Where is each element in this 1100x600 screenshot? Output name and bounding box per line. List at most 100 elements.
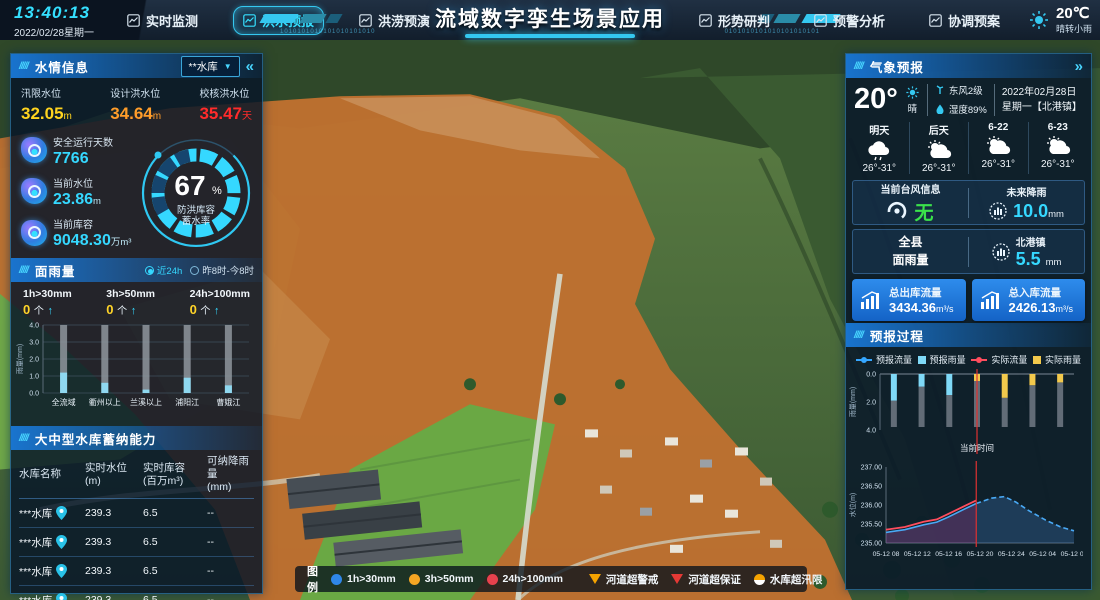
radio-yesterday8-today8[interactable]: 昨8时-今8时 <box>190 263 254 277</box>
up-arrow-icon: ↑ <box>47 305 53 317</box>
forecast-day-后天: 后天26°-31° <box>909 122 969 174</box>
header-temp: 20℃ <box>1056 4 1092 22</box>
current-temp: 20° <box>854 83 898 116</box>
nav-item-预警分析[interactable]: 预警分析 <box>805 7 894 34</box>
water-info-header: ///// 水情信息 **水库 ▼ « <box>11 54 262 78</box>
forecast-day-6-22: 6-2226°-31° <box>968 122 1028 174</box>
chevron-down-icon: ▼ <box>224 62 232 71</box>
cloud-sun-icon <box>924 139 954 161</box>
nav-item-协调预案[interactable]: 协调预案 <box>920 7 1009 34</box>
table-row[interactable]: ***水库239.36.5-- <box>19 499 254 528</box>
nav-item-label: 实时监测 <box>146 11 198 30</box>
bar-chart-icon <box>860 290 882 310</box>
weather-date: 2022年02月28日 <box>1002 85 1082 100</box>
svg-text:237.00: 237.00 <box>861 465 883 472</box>
section-slashes-icon: ///// <box>19 61 28 72</box>
up-arrow-icon: ↑ <box>214 305 220 317</box>
radio-last-24h[interactable]: 近24h <box>145 263 182 277</box>
legend-label: 24h>100mm <box>503 573 563 585</box>
svg-text:%: % <box>212 185 222 197</box>
nav-item-label: 形势研判 <box>718 11 770 30</box>
weather-location: 星期一【北港镇】 <box>1002 100 1082 115</box>
map-legend-24h>100mm: 24h>100mm <box>487 573 563 585</box>
collapse-left-panel-button[interactable]: « <box>246 59 254 74</box>
reservoir-name: ***水库 <box>19 535 85 550</box>
county-rain-label: 全县面雨量 <box>853 234 968 269</box>
location-pin-icon[interactable] <box>56 564 67 578</box>
svg-text:67: 67 <box>174 170 205 201</box>
svg-text:2.0: 2.0 <box>29 357 39 364</box>
reservoir-capacity-title: 大中型水库蓄纳能力 <box>35 429 157 448</box>
current-level-stat: 当前水位 23.86m <box>21 174 133 209</box>
svg-text:曹娥江: 曹娥江 <box>216 397 240 407</box>
typhoon-icon <box>887 201 907 221</box>
nav-item-形势研判[interactable]: 形势研判 <box>690 7 779 34</box>
reservoir-selector[interactable]: **水库 ▼ <box>181 56 240 77</box>
table-row[interactable]: ***水库239.36.5-- <box>19 557 254 586</box>
capacity-cell: 6.5 <box>143 565 207 577</box>
svg-text:0.0: 0.0 <box>29 391 39 398</box>
svg-text:05-12 16: 05-12 16 <box>935 551 962 558</box>
legend-label: 实际流量 <box>991 353 1027 366</box>
location-pin-icon[interactable] <box>56 506 67 520</box>
typhoon-info: 当前台风信息 无 <box>853 181 968 225</box>
title-underline <box>465 34 635 38</box>
svg-text:防洪库容: 防洪库容 <box>176 204 215 216</box>
forecast-process-legend: 预报流量预报雨量实际流量实际雨量 <box>846 347 1091 366</box>
total-outflow-button[interactable]: 总出库流量 3434.36m³/s <box>852 279 966 321</box>
header-weather-desc: 晴转小雨 <box>1056 22 1092 35</box>
water-level-cell: 239.3 <box>85 565 143 577</box>
legend-预报流量: 预报流量 <box>856 353 912 366</box>
nav-chart-icon <box>127 14 140 27</box>
location-pin-icon[interactable] <box>56 593 67 600</box>
svg-text:浦阳江: 浦阳江 <box>175 397 199 407</box>
svg-text:05-12 08: 05-12 08 <box>873 551 900 558</box>
svg-text:衢州以上: 衢州以上 <box>89 397 121 407</box>
counter-3h: 3h>50mm 0 个 ↑ <box>106 288 155 317</box>
line-dot-marker-icon <box>856 356 872 364</box>
design-flood-level: 设计洪水位 34.64m <box>110 85 161 124</box>
table-row[interactable]: ***水库239.36.5-- <box>19 528 254 557</box>
nav-item-实时监测[interactable]: 实时监测 <box>118 7 207 34</box>
cloud-sun-icon <box>983 135 1013 157</box>
table-row[interactable]: ***水库239.36.5-- <box>19 586 254 600</box>
area-rain-box: 全县面雨量 北港镇 5.5 mm <box>852 229 1085 274</box>
location-pin-icon[interactable] <box>56 535 67 549</box>
column-header: 可纳降雨量(mm) <box>207 455 255 494</box>
storage-gauge-svg: 67 % 防洪库容 蓄水率 <box>137 134 255 252</box>
legend-label: 河道超警戒 <box>606 572 659 587</box>
rain-cell: -- <box>207 594 255 600</box>
weather-forecast-panel: ///// 气象预报 » 20° 晴 东风2级 <box>845 53 1092 590</box>
table-header-row: 水库名称实时水位(m)实时库容(百万m³)可纳降雨量(mm) <box>19 450 254 499</box>
nav-right: 形势研判 预警分析协调预案 <box>690 0 1009 40</box>
cloud-rain-icon <box>864 139 894 161</box>
map-legend-河道超保证: 河道超保证 <box>671 572 741 587</box>
typhoon-rain-box: 当前台风信息 无 未来降雨 10.0mm <box>852 180 1085 225</box>
legend-预报雨量: 预报雨量 <box>918 353 966 366</box>
area-rain-title: 面雨量 <box>35 261 76 280</box>
water-level-icon <box>21 178 47 204</box>
capacity-cell: 6.5 <box>143 536 207 548</box>
map-legend-水库超汛限: 水库超汛限 <box>754 572 823 587</box>
column-header: 实时水位(m) <box>85 462 143 488</box>
svg-text:235.00: 235.00 <box>861 541 883 548</box>
rain-gauge-icon <box>989 202 1007 220</box>
forecast-day-6-23: 6-2326°-31° <box>1028 122 1088 174</box>
wind-icon <box>935 85 945 95</box>
capacity-cell: 6.5 <box>143 594 207 600</box>
capacity-icon <box>21 220 47 246</box>
cloud-sun-icon <box>1043 135 1073 157</box>
water-info-panel: ///// 水情信息 **水库 ▼ « 汛限水位 32.05m 设计洪水位 34… <box>10 53 263 594</box>
weather-header: ///// 气象预报 » <box>846 54 1091 78</box>
legend-label: 1h>30mm <box>347 573 396 585</box>
square-marker-icon <box>1033 356 1041 364</box>
reservoir-capacity-header: ///// 大中型水库蓄纳能力 <box>11 426 262 450</box>
town-name: 北港镇 <box>1016 234 1062 249</box>
sun-icon <box>1028 9 1050 31</box>
counter-1h: 1h>30mm 0 个 ↑ <box>23 288 72 317</box>
reservoir-name: ***水库 <box>19 564 85 579</box>
rain-cell: -- <box>207 507 255 519</box>
total-inflow-button[interactable]: 总入库流量 2426.13m³/s <box>972 279 1086 321</box>
expand-right-panel-button[interactable]: » <box>1075 59 1083 74</box>
svg-text:当前时间: 当前时间 <box>960 443 994 453</box>
